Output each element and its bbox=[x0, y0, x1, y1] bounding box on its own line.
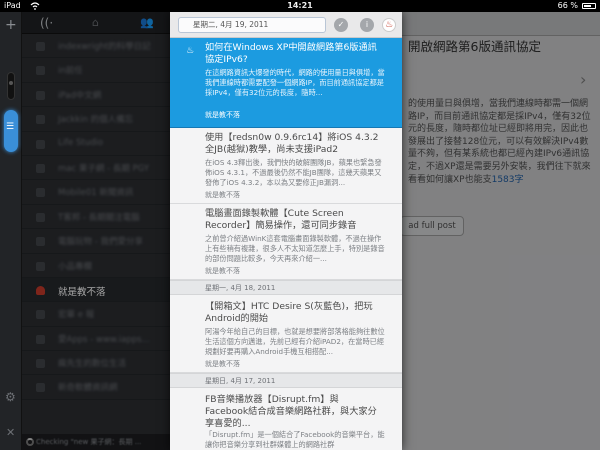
list-icon: ☰ bbox=[6, 122, 15, 132]
rail-toggle-icon[interactable] bbox=[7, 72, 15, 100]
post-item[interactable]: 使用【redsn0w 0.9.6rc14】將iOS 4.3.2全JB(越獄)教學… bbox=[170, 128, 402, 204]
article-dim-overlay bbox=[400, 12, 600, 450]
post-source: 就是教不落 bbox=[205, 111, 240, 119]
post-item[interactable]: FB音樂播放器【Disrupt.fm】與Facebook結合成音樂網路社群，與大… bbox=[170, 388, 402, 450]
post-item[interactable]: 如何在Windows XP中開啟網路第6版通訊協定IPv6? 在這網路資訊大爆發… bbox=[170, 38, 402, 128]
battery-icon bbox=[582, 3, 596, 9]
article-list-panel: 星期二, 4月 19, 2011 ✓ i ♨ 如何在Windows XP中開啟網… bbox=[170, 12, 402, 450]
settings-gear-icon[interactable]: ⚙ bbox=[5, 390, 16, 404]
article-list-header: 星期二, 4月 19, 2011 ✓ i ♨ bbox=[170, 12, 402, 38]
mark-read-check-icon[interactable]: ✓ bbox=[334, 18, 348, 32]
info-icon[interactable]: i bbox=[360, 18, 374, 32]
post-title: 【開箱文】HTC Desire S(灰藍色)，把玩Android的開始 bbox=[205, 301, 373, 324]
post-title: 使用【redsn0w 0.9.6rc14】將iOS 4.3.2全JB(越獄)教學… bbox=[205, 132, 379, 155]
clock: 14:21 bbox=[287, 1, 313, 10]
list-view-button[interactable]: ☰ bbox=[4, 110, 18, 152]
battery-percent: 66 % bbox=[557, 1, 578, 10]
left-dim-overlay bbox=[22, 12, 170, 450]
date-filter[interactable]: 星期二, 4月 19, 2011 bbox=[178, 17, 326, 33]
site-logo-icon[interactable]: ♨ bbox=[382, 18, 396, 32]
add-feed-icon[interactable]: + bbox=[5, 18, 17, 32]
post-source: 就是教不落 bbox=[205, 191, 240, 199]
app-root: iPad 14:21 66 % + ☰ ⚙ ✕ ((· ⌂ 👥 indexwri… bbox=[0, 0, 600, 450]
post-summary: 在iOS 4.3釋出後，我們快的破解團隊JB，蘋果也緊急發佈iOS 4.3.1，… bbox=[205, 158, 382, 187]
post-title: 電腦畫面錄製軟體【Cute Screen Recorder】簡易操作，還可同步錄… bbox=[205, 208, 357, 231]
post-title: FB音樂播放器【Disrupt.fm】與Facebook結合成音樂網路社群，與大… bbox=[205, 394, 377, 429]
post-source: 就是教不落 bbox=[205, 360, 240, 368]
post-summary: 「Disrupt.fm」是一個結合了Facebook的音樂平台，能讓你把音樂分享… bbox=[205, 430, 385, 449]
post-summary: 之前曾介紹過WinK這套電腦畫面錄製軟體，不過在操作上有些稍有複雜，很多人不太知… bbox=[205, 234, 385, 263]
post-title: 如何在Windows XP中開啟網路第6版通訊協定IPv6? bbox=[205, 42, 377, 65]
post-source: 就是教不落 bbox=[205, 267, 240, 275]
post-item[interactable]: 【開箱文】HTC Desire S(灰藍色)，把玩Android的開始 阿湯今年… bbox=[170, 295, 402, 373]
post-item[interactable]: 電腦畫面錄製軟體【Cute Screen Recorder】簡易操作，還可同步錄… bbox=[170, 204, 402, 280]
close-icon[interactable]: ✕ bbox=[6, 426, 15, 439]
left-rail: + ☰ ⚙ ✕ bbox=[0, 12, 22, 450]
post-site-icon: ♨ bbox=[186, 46, 195, 56]
date-separator: 星期日, 4月 17, 2011 bbox=[170, 373, 402, 388]
date-separator: 星期一, 4月 18, 2011 bbox=[170, 280, 402, 295]
post-summary: 阿湯今年給自己的目標，也就是想要將部落格能夠往數位生活這個方向邁進，先前已經有介… bbox=[205, 327, 385, 356]
post-summary: 在這網路資訊大爆發的時代，網路的使用量日與俱增，當我們連線時都需要配發一個網路I… bbox=[205, 68, 385, 97]
status-bar: iPad 14:21 66 % bbox=[0, 0, 600, 12]
